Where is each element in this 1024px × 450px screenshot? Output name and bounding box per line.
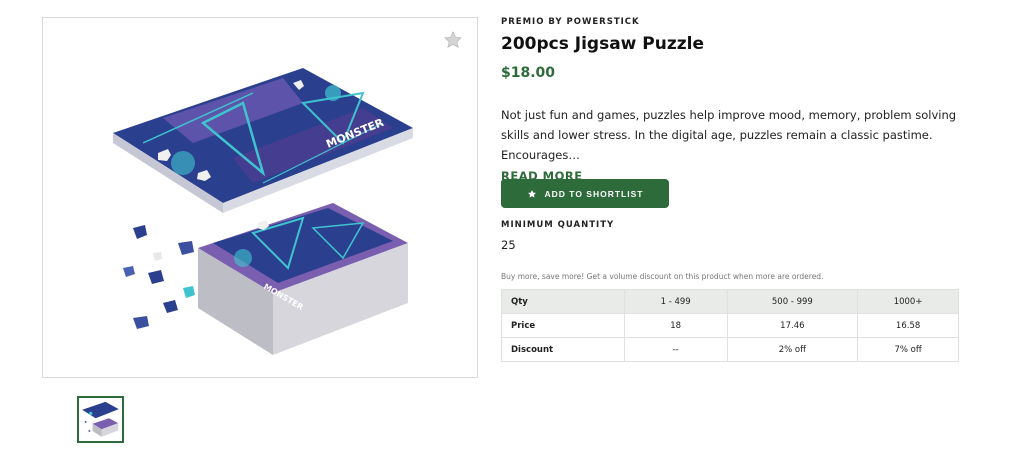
row-label-price: Price [501, 313, 625, 338]
thumbnail-image[interactable] [77, 396, 124, 443]
volume-discount-note: Buy more, save more! Get a volume discou… [501, 272, 824, 281]
discount-tier-1: -- [623, 337, 728, 362]
minimum-quantity-value: 25 [501, 238, 516, 252]
price-tier-2: 17.46 [726, 313, 859, 338]
price-tier-3: 16.58 [857, 313, 959, 338]
header-tier-3: 1000+ [857, 289, 959, 314]
table-header-row: Qty 1 - 499 500 - 999 1000+ [501, 289, 959, 314]
price-tier-1: 18 [623, 313, 728, 338]
product-price: $18.00 [501, 65, 556, 81]
table-row-discount: Discount -- 2% off 7% off [501, 337, 959, 362]
shortlist-label: ADD TO SHORTLIST [544, 188, 644, 199]
header-qty: Qty [501, 289, 625, 314]
puzzle-box-graphic: MONSTER [198, 203, 408, 355]
product-title: 200pcs Jigsaw Puzzle [501, 34, 705, 54]
product-main-image: MONSTER MONSTER [113, 68, 413, 355]
favorite-star-icon[interactable] [443, 30, 463, 50]
discount-tier-3: 7% off [857, 337, 959, 362]
header-tier-2: 500 - 999 [726, 289, 859, 314]
add-to-shortlist-button[interactable]: ADD TO SHORTLIST [501, 179, 669, 208]
product-info: PREMIO BY POWERSTICK 200pcs Jigsaw Puzzl… [501, 17, 959, 362]
table-row-price: Price 18 17.46 16.58 [501, 313, 959, 338]
product-image-panel: MONSTER MONSTER [42, 17, 478, 378]
description-text: Not just fun and games, puzzles help imp… [501, 108, 957, 162]
row-label-discount: Discount [501, 337, 625, 362]
header-tier-1: 1 - 499 [623, 289, 728, 314]
assembled-puzzle-graphic: MONSTER [113, 68, 413, 213]
minimum-quantity-label: MINIMUM QUANTITY [501, 220, 615, 230]
product-brand: PREMIO BY POWERSTICK [501, 17, 640, 27]
volume-pricing-table: Qty 1 - 499 500 - 999 1000+ Price 18 17.… [501, 289, 959, 362]
product-description: Not just fun and games, puzzles help imp… [501, 105, 959, 186]
thumbnail-puzzle-icon [82, 401, 119, 437]
loose-pieces-graphic [123, 225, 195, 329]
discount-tier-2: 2% off [726, 337, 859, 362]
star-icon [527, 189, 536, 198]
